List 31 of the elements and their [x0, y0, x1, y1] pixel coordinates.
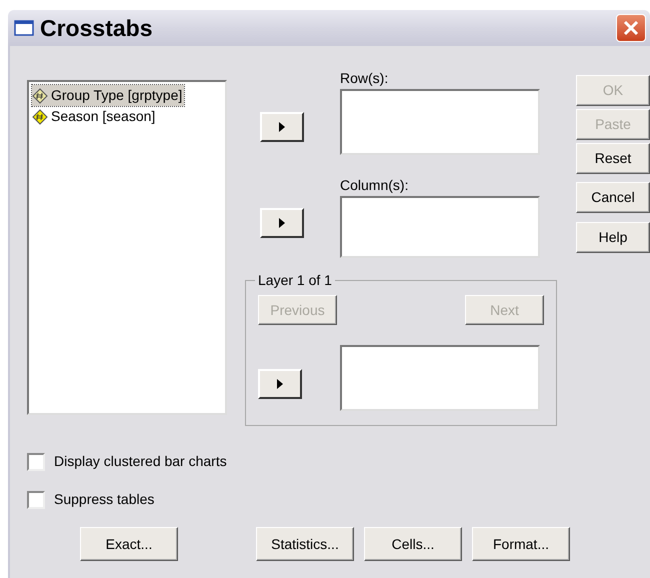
play-arrow-icon: [279, 122, 285, 132]
dialog-button[interactable]: Statistics...: [256, 527, 354, 561]
move-arrow-button[interactable]: [260, 112, 304, 142]
checkbox[interactable]: [27, 452, 45, 470]
dialog-button[interactable]: Format...: [472, 527, 570, 561]
close-button[interactable]: [616, 14, 646, 42]
dialog-button[interactable]: Exact...: [80, 527, 178, 561]
input-field[interactable]: [340, 89, 540, 155]
window-title: Crosstabs: [40, 14, 154, 43]
group-title: Layer 1 of 1: [255, 272, 335, 288]
dialog-button[interactable]: Cells...: [364, 527, 462, 561]
input-field[interactable]: [340, 196, 540, 258]
field-label: Column(s):: [340, 177, 410, 193]
scale-variable-icon: [32, 88, 48, 104]
scale-variable-icon: [32, 108, 48, 124]
variable-item[interactable]: Season [season]: [32, 106, 158, 127]
dialog-button[interactable]: Reset: [576, 143, 650, 174]
input-field[interactable]: [340, 345, 540, 411]
play-arrow-icon: [279, 218, 285, 228]
checkbox-label: Display clustered bar charts: [54, 452, 227, 471]
checkbox[interactable]: [27, 490, 45, 508]
move-arrow-button[interactable]: [260, 208, 304, 238]
play-arrow-icon: [277, 379, 283, 389]
dialog-button[interactable]: Cancel: [576, 182, 650, 213]
window-icon: [14, 20, 34, 36]
checkbox-label: Suppress tables: [54, 490, 154, 509]
field-label: Row(s):: [340, 70, 390, 86]
close-icon: [623, 20, 639, 36]
move-arrow-button[interactable]: [258, 369, 302, 399]
variable-item[interactable]: Group Type [grptype]: [32, 85, 184, 106]
dialog-button[interactable]: Help: [576, 222, 650, 253]
